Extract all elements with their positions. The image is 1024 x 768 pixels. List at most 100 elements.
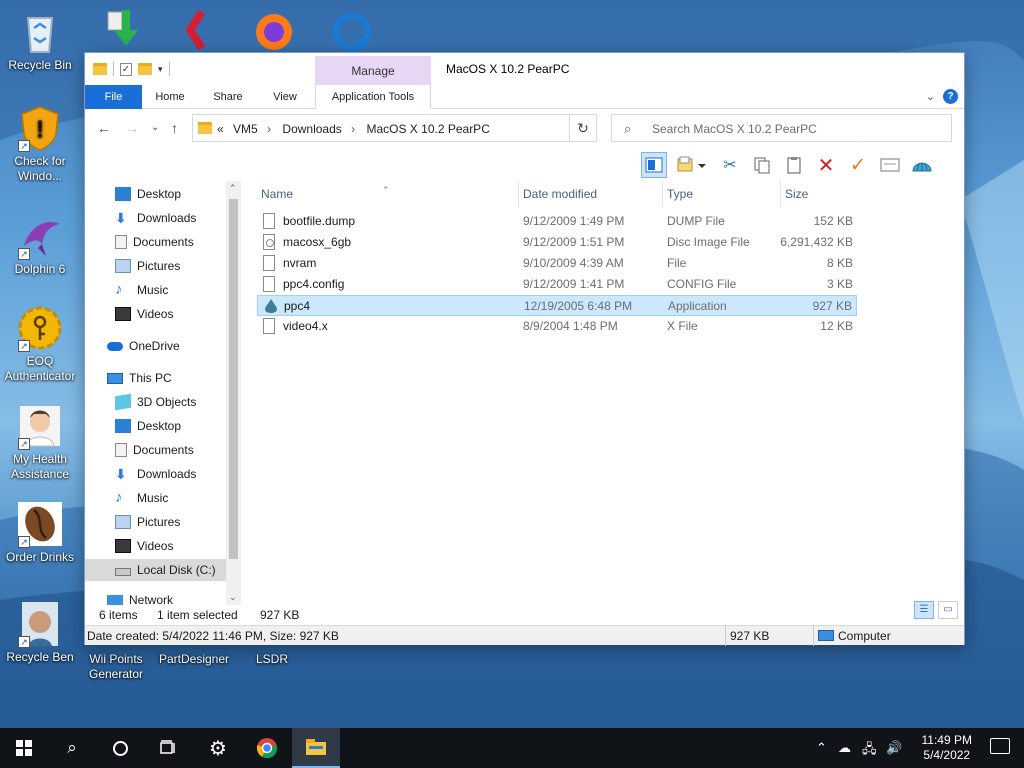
nav-item-pc-music[interactable]: ♪ Music [115, 487, 241, 509]
nav-item-music[interactable]: ♪ Music [115, 279, 241, 301]
doctor-avatar-icon: ↗ [16, 402, 64, 450]
desktop-icon-eoq-authenticator[interactable]: ↗ EOQ Authenticator [0, 304, 80, 384]
tab-manage[interactable]: Manage [315, 56, 431, 86]
help-icon[interactable]: ? [943, 89, 958, 104]
desktop-icon-wii-points[interactable]: Wii Points Generator [76, 646, 156, 682]
nav-item-desktop[interactable]: Desktop 📌 [115, 183, 241, 205]
nav-item-pc-downloads[interactable]: ⬇ Downloads [115, 463, 241, 485]
taskbar-chrome[interactable] [243, 728, 291, 768]
tab-share[interactable]: Share [201, 85, 255, 109]
up-icon[interactable]: ↑ [171, 120, 178, 136]
properties-icon[interactable]: ✓ [120, 62, 132, 76]
desktop-icon-red-app-top[interactable] [156, 6, 236, 56]
explorer-window[interactable]: ✓ ▾ Manage MacOS X 10.2 PearPC File Home… [84, 52, 965, 646]
desktop-icon-dolphin[interactable]: ↗ Dolphin 6 [0, 212, 80, 277]
table-row[interactable]: macosx_6gb 9/12/2009 1:51 PM Disc Image … [257, 232, 857, 253]
desktop-icon-lsdr[interactable]: LSDR [232, 646, 312, 667]
scrollbar-thumb[interactable] [229, 199, 238, 559]
breadcrumb-overflow[interactable]: « [217, 122, 224, 136]
delete-icon[interactable]: ✕ [813, 152, 839, 178]
breadcrumb-downloads[interactable]: Downloads [282, 122, 341, 136]
nav-item-local-disk[interactable]: Local Disk (C:) [85, 559, 226, 581]
desktop-icon-partdesigner[interactable]: PartDesigner [154, 646, 234, 667]
address-field[interactable]: « VM5 › Downloads › MacOS X 10.2 PearPC … [192, 114, 596, 142]
paste-icon[interactable] [781, 152, 807, 178]
column-header-type[interactable]: Type [663, 181, 781, 207]
recent-locations-icon[interactable]: ⌄ [151, 122, 159, 133]
task-view-button[interactable] [144, 728, 192, 768]
nav-item-videos[interactable]: Videos [115, 303, 241, 325]
table-row[interactable]: nvram 9/10/2009 4:39 AM File 8 KB [257, 253, 857, 274]
breadcrumb-current[interactable]: MacOS X 10.2 PearPC [366, 122, 489, 136]
desktop-icon-check-for-windows[interactable]: ! ↗ Check for Windo... [0, 104, 80, 184]
back-icon[interactable]: ← [97, 120, 111, 136]
desktop-icon-recycle-bin[interactable]: Recycle Bin [0, 8, 80, 73]
table-row[interactable]: video4.x 8/9/2004 1:48 PM X File 12 KB [257, 316, 857, 337]
show-hidden-icons-icon[interactable]: ⌃ [816, 740, 827, 756]
column-header-name[interactable]: Name ⌃ [257, 181, 519, 207]
customize-toolbar-icon[interactable]: ▾ [158, 64, 163, 75]
nav-item-pc-videos[interactable]: Videos [115, 535, 241, 557]
rename-check-icon[interactable]: ✓ [845, 152, 871, 178]
details-location: Computer [838, 629, 891, 643]
breadcrumb-vm5[interactable]: VM5 [233, 122, 258, 136]
table-row[interactable]: bootfile.dump 9/12/2009 1:49 PM DUMP Fil… [257, 211, 857, 232]
cortana-button[interactable] [96, 728, 144, 768]
properties-card-icon[interactable] [877, 152, 903, 178]
copy-icon[interactable] [749, 152, 775, 178]
new-folder-icon[interactable] [138, 63, 152, 75]
search-button[interactable]: ⌕ [48, 728, 96, 768]
nav-item-pictures[interactable]: Pictures 📌 [115, 255, 241, 277]
nav-item-onedrive[interactable]: OneDrive [107, 335, 241, 357]
start-button[interactable] [0, 728, 48, 768]
nav-pane-scrollbar[interactable]: ⌃ ⌄ [226, 181, 241, 605]
volume-icon[interactable]: 🔊 [886, 740, 902, 756]
large-icons-view-icon[interactable]: ▭ [938, 601, 958, 619]
breadcrumb-separator: › [351, 122, 356, 136]
desktop-icon-firefox-top[interactable] [234, 6, 314, 56]
onedrive-cloud-icon[interactable]: ☁ [838, 740, 851, 756]
table-row[interactable]: ppc4.config 9/12/2009 1:41 PM CONFIG Fil… [257, 274, 857, 295]
desktop-icon-recycle-ben[interactable]: ↗ Recycle Ben [0, 600, 80, 665]
table-row-selected[interactable]: ppc4 12/19/2005 6:48 PM Application 927 … [257, 295, 857, 316]
forward-icon[interactable]: → [125, 120, 139, 136]
notifications-icon[interactable] [990, 738, 1010, 754]
tab-home[interactable]: Home [143, 85, 197, 109]
taskbar-settings[interactable]: ⚙ [194, 728, 242, 768]
nav-item-pc-pictures[interactable]: Pictures [115, 511, 241, 533]
preview-pane-icon[interactable] [641, 152, 667, 178]
nav-item-network[interactable]: Network [107, 589, 241, 605]
system-clock[interactable]: 11:49 PM 5/4/2022 [922, 733, 972, 763]
cut-icon[interactable]: ✂ [717, 152, 743, 178]
file-list[interactable]: Name ⌃ Date modified Type Size bootfile.… [257, 181, 957, 605]
network-icon[interactable]: 🖧 [862, 740, 877, 762]
desktop-icon-quicktime-top[interactable] [312, 6, 392, 56]
search-input[interactable]: ⌕ Search MacOS X 10.2 PearPC [611, 114, 952, 142]
column-header-date[interactable]: Date modified [519, 181, 663, 207]
tab-file[interactable]: File [85, 85, 142, 109]
title-bar[interactable]: ✓ ▾ Manage MacOS X 10.2 PearPC [85, 53, 964, 86]
desktop-icon-my-health[interactable]: ↗ My Health Assistance [0, 402, 80, 482]
desktop-icon-order-drinks[interactable]: ↗ Order Drinks [0, 500, 80, 565]
nav-item-pc-documents[interactable]: Documents [115, 439, 241, 461]
scroll-up-icon[interactable]: ⌃ [229, 183, 237, 194]
new-item-dropdown-icon[interactable] [673, 152, 711, 178]
taskbar-file-explorer[interactable] [292, 728, 340, 768]
shell-icon[interactable] [909, 152, 935, 178]
nav-item-pc-desktop[interactable]: Desktop [115, 415, 241, 437]
cloud-icon [107, 341, 123, 351]
nav-item-documents[interactable]: Documents 📌 [115, 231, 241, 253]
details-view-icon[interactable]: ☰ [914, 601, 934, 619]
refresh-button[interactable]: ↻ [569, 114, 597, 142]
expand-ribbon-icon[interactable]: ⌄ [926, 90, 935, 103]
nav-item-3d-objects[interactable]: 3D Objects [115, 391, 241, 413]
nav-item-this-pc[interactable]: This PC [107, 367, 241, 389]
column-header-size[interactable]: Size [781, 181, 859, 207]
tab-view[interactable]: View [259, 85, 311, 109]
nav-item-downloads[interactable]: ⬇ Downloads 📌 [115, 207, 241, 229]
scroll-down-icon[interactable]: ⌄ [229, 592, 237, 603]
navigation-pane[interactable]: Desktop 📌 ⬇ Downloads 📌 Documents 📌 Pict… [85, 181, 241, 605]
svg-text:!: ! [36, 116, 44, 143]
tab-application-tools[interactable]: Application Tools [315, 85, 431, 109]
desktop-icon-download-top[interactable] [78, 6, 158, 56]
